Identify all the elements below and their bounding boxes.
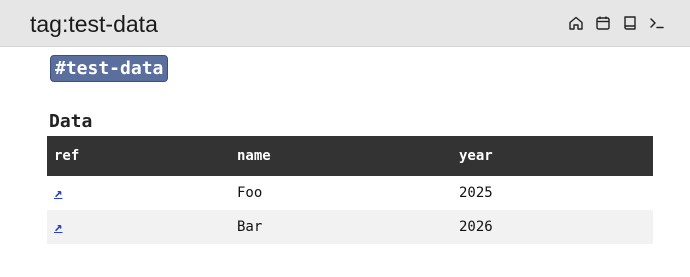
section-heading: Data [49, 111, 93, 132]
ref-link[interactable]: ↗ [54, 185, 62, 201]
terminal-button[interactable] [648, 13, 666, 33]
table-row: ↗ Foo 2025 [47, 176, 653, 210]
top-bar: tag:test-data [0, 0, 690, 47]
column-header-name[interactable]: name [230, 136, 452, 176]
home-icon [569, 16, 583, 30]
header-actions [567, 13, 666, 33]
ref-link[interactable]: ↗ [54, 219, 62, 235]
calendar-icon [596, 16, 610, 30]
column-header-year[interactable]: year [452, 136, 653, 176]
book-button[interactable] [621, 13, 639, 33]
terminal-icon [650, 18, 664, 29]
calendar-button[interactable] [594, 13, 612, 33]
cell-ref: ↗ [47, 176, 230, 210]
data-table: ref name year ↗ Foo 2025 ↗ Bar 2026 [47, 136, 653, 244]
page-title: tag:test-data [30, 11, 158, 37]
cell-year: 2026 [459, 219, 493, 235]
cell-name: Bar [237, 219, 263, 235]
book-icon [624, 16, 636, 30]
cell-year: 2025 [459, 185, 493, 201]
table-row: ↗ Bar 2026 [47, 210, 653, 244]
column-header-ref[interactable]: ref [47, 136, 230, 176]
cell-name: Foo [237, 185, 263, 201]
table-header-row: ref name year [47, 136, 653, 176]
home-button[interactable] [567, 13, 585, 33]
tag-pill[interactable]: #test-data [50, 55, 169, 82]
cell-ref: ↗ [47, 210, 230, 244]
